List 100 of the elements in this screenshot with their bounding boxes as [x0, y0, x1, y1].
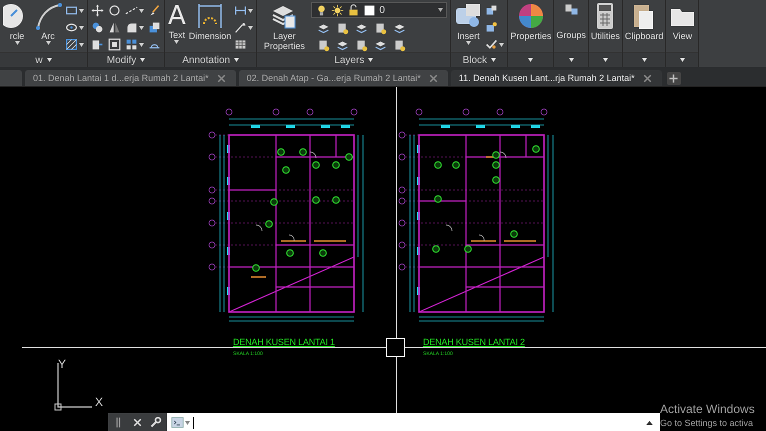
grid-icon — [125, 38, 138, 51]
caret-icon — [602, 58, 608, 62]
layer-icon — [317, 22, 330, 35]
ribbon-button[interactable]: Clipboard — [624, 2, 664, 41]
caret-icon — [466, 41, 471, 45]
caret-icon — [528, 58, 534, 62]
tool-button[interactable] — [108, 38, 121, 51]
text-cursor — [193, 416, 194, 428]
tool-button[interactable] — [65, 4, 84, 17]
ribbon-button[interactable]: Dimension — [188, 2, 232, 41]
caret-icon — [248, 26, 254, 30]
caret-icon — [438, 8, 444, 12]
close-icon — [640, 72, 654, 84]
ribbon-button[interactable]: rcle — [3, 2, 31, 45]
caret-icon — [491, 58, 496, 62]
hatch-icon — [65, 38, 78, 51]
tool-button[interactable] — [65, 21, 84, 34]
padlock-icon — [347, 4, 360, 16]
color-swatch-icon — [363, 4, 376, 16]
close-icon — [426, 72, 440, 84]
panel-title[interactable]: w — [0, 52, 87, 67]
tool-button[interactable] — [317, 39, 330, 52]
circles-icon — [91, 21, 104, 34]
brush-icon — [148, 4, 161, 17]
tool-button[interactable] — [91, 21, 104, 34]
ribbon-button[interactable]: Layer Properties — [260, 2, 308, 51]
panel-expander[interactable] — [588, 52, 622, 67]
panel-title[interactable]: Modify — [88, 52, 164, 67]
panel-title[interactable]: Annotation — [165, 52, 256, 67]
tool-button[interactable] — [355, 22, 368, 35]
layer-icon — [393, 22, 406, 35]
ribbon-button[interactable]: Insert — [454, 2, 482, 45]
layer-icon — [355, 22, 368, 35]
caret-icon — [79, 8, 84, 12]
recent-commands-button[interactable] — [171, 416, 190, 429]
layer-dropdown[interactable]: 0 — [311, 2, 448, 18]
caret-icon — [139, 42, 144, 46]
file-tab[interactable]: 02. Denah Atap - Ga...erja Rumah 2 Lantai* — [238, 70, 448, 86]
tool-button[interactable] — [148, 4, 161, 17]
tool-button[interactable] — [91, 4, 104, 17]
ribbon-button[interactable]: Groups — [556, 2, 586, 40]
tool-button[interactable] — [125, 38, 144, 51]
file-tab[interactable]: 01. Denah Lantai 1 d...erja Rumah 2 Lantai* — [25, 70, 236, 86]
caret-icon — [368, 58, 374, 62]
ellipse-icon — [65, 21, 78, 34]
tool-button[interactable] — [374, 22, 388, 35]
tool-button[interactable] — [125, 21, 144, 34]
new-tab-button[interactable] — [666, 72, 681, 85]
panel-expander[interactable] — [666, 52, 698, 67]
tool-button[interactable] — [355, 39, 368, 52]
axis-label: X — [95, 395, 104, 409]
tool-button[interactable] — [336, 22, 350, 35]
layer-icon — [374, 39, 388, 52]
layer-icon — [317, 39, 330, 52]
tool-button[interactable] — [108, 21, 121, 34]
tool-button[interactable] — [393, 39, 406, 52]
panel-expander[interactable] — [554, 52, 588, 67]
panel-title[interactable]: Layers — [257, 52, 450, 67]
close-icon — [214, 72, 228, 84]
layer-icon — [374, 22, 388, 35]
circle-icon — [108, 4, 121, 17]
tool-button[interactable] — [393, 22, 406, 35]
drawing-title: DENAH KUSEN LANTAI 2 — [423, 337, 525, 347]
blocks-icon — [485, 4, 498, 17]
tool-button[interactable] — [125, 4, 144, 17]
close-button[interactable] — [131, 416, 144, 429]
layer-icon — [336, 22, 350, 35]
tool-button[interactable] — [336, 39, 350, 52]
layer-icon — [355, 39, 368, 52]
plus-icon — [667, 72, 680, 85]
triangle-icon — [108, 21, 121, 34]
tool-button[interactable] — [485, 38, 504, 51]
caret-icon — [174, 40, 180, 44]
caret-icon — [248, 8, 254, 12]
tool-button[interactable] — [234, 4, 254, 17]
file-tab[interactable]: 11. Denah Kusen Lant...rja Rumah 2 Lantai* — [450, 70, 662, 86]
tool-button[interactable] — [148, 21, 161, 34]
panel-title[interactable]: Block — [451, 52, 508, 67]
caret-icon — [140, 58, 146, 62]
activation-message: Go to Settings to activa — [660, 418, 754, 428]
caret-icon — [680, 58, 685, 62]
tool-button[interactable] — [65, 38, 84, 51]
caret-icon — [642, 58, 647, 62]
tool-button[interactable] — [317, 22, 330, 35]
tool-button[interactable] — [108, 4, 121, 17]
rounded-corner-icon — [125, 21, 138, 34]
pickbox-cursor — [386, 338, 405, 357]
tool-button[interactable] — [234, 21, 254, 34]
ribbon-button[interactable]: Properties — [510, 2, 552, 41]
tool-button[interactable] — [374, 39, 388, 52]
ribbon-button[interactable]: A Text — [168, 2, 186, 44]
caret-icon — [185, 420, 190, 424]
ribbon-button[interactable]: View — [668, 2, 696, 41]
ribbon-button[interactable]: Arc — [34, 2, 62, 45]
leader-icon — [234, 21, 248, 34]
tool-button[interactable] — [91, 38, 104, 51]
ribbon-button[interactable]: Utilities — [590, 2, 620, 41]
customize-button[interactable] — [149, 416, 162, 429]
nested-squares-icon — [108, 38, 121, 51]
dashed-line-icon — [125, 4, 138, 17]
